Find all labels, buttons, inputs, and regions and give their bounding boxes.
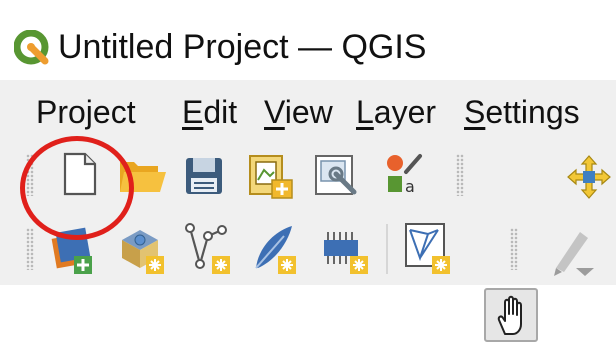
pan-to-selection-icon[interactable]	[566, 154, 612, 200]
pan-map-button[interactable]	[484, 288, 538, 342]
save-project-icon[interactable]	[184, 156, 224, 196]
pan-map-icon	[493, 294, 531, 338]
project-toolbar: a	[0, 138, 616, 342]
svg-text:a: a	[405, 177, 415, 196]
new-print-layout-icon[interactable]	[248, 152, 294, 200]
new-geopackage-layer-icon[interactable]	[116, 222, 168, 276]
toolbar-grip[interactable]	[510, 228, 518, 270]
open-project-icon[interactable]	[118, 156, 168, 196]
menu-view[interactable]: View	[264, 92, 333, 132]
new-spatialite-layer-icon[interactable]	[248, 222, 300, 276]
qgis-logo-icon	[13, 29, 50, 66]
toolbar-grip[interactable]	[26, 228, 34, 270]
toolbar-grip[interactable]	[456, 154, 464, 196]
menu-project-label: Project	[36, 94, 136, 130]
new-mesh-layer-icon[interactable]	[402, 220, 454, 276]
layout-manager-icon[interactable]	[314, 154, 360, 198]
window-title: Untitled Project — QGIS	[58, 28, 427, 66]
menu-edit[interactable]: Edit	[182, 92, 237, 132]
toolbar-grip[interactable]	[26, 154, 34, 196]
menu-project[interactable]: Project	[36, 92, 136, 132]
new-shapefile-layer-icon[interactable]	[184, 222, 234, 276]
new-project-icon[interactable]	[60, 152, 100, 196]
title-bar: Untitled Project — QGIS	[0, 0, 616, 80]
menu-settings[interactable]: Settings	[464, 92, 580, 132]
toolbar-separator	[386, 224, 388, 274]
digitize-pen-icon[interactable]	[546, 224, 596, 276]
menu-layer[interactable]: Layer	[356, 92, 436, 132]
style-manager-icon[interactable]: a	[384, 152, 424, 198]
data-source-manager-icon[interactable]	[48, 222, 98, 278]
menu-bar: Project Edit View Layer Settings	[0, 80, 616, 138]
data-source-toolbar	[0, 214, 616, 285]
new-virtual-layer-icon[interactable]	[320, 224, 372, 276]
